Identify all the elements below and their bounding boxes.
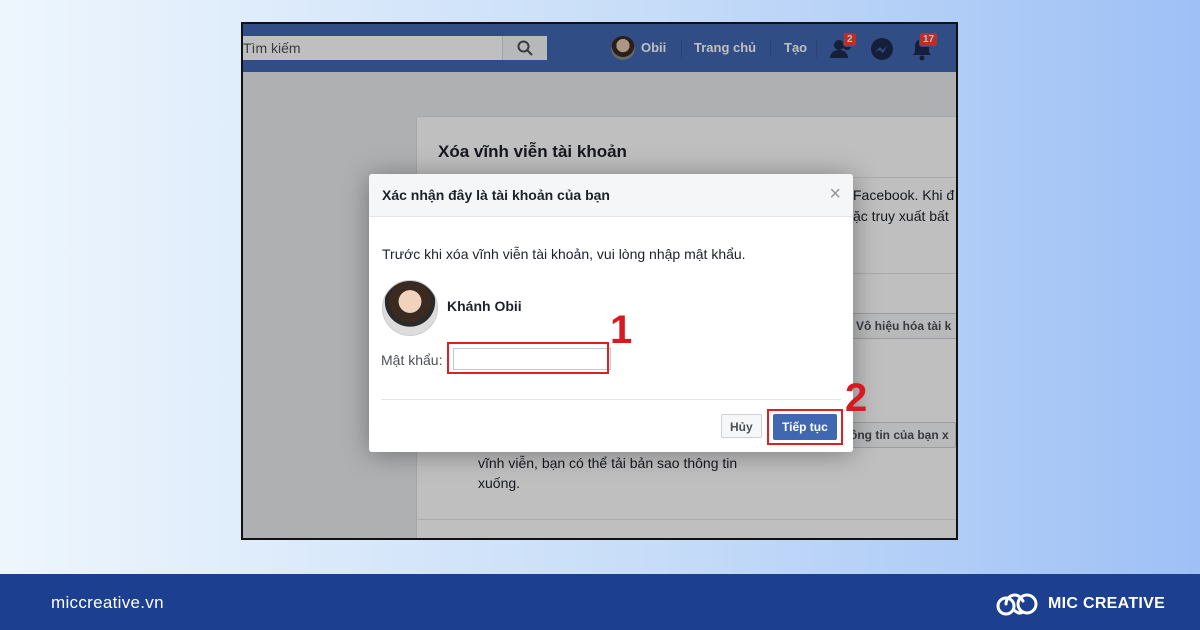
account-user-name: Khánh Obii (447, 298, 522, 314)
step-number-2: 2 (845, 376, 868, 420)
dialog-footer-divider (381, 399, 841, 400)
step-number-1: 1 (610, 308, 633, 352)
close-icon[interactable]: × (829, 184, 841, 204)
dialog-header: Xác nhận đây là tài khoản của bạn × (369, 174, 853, 217)
dialog-title: Xác nhận đây là tài khoản của bạn (382, 187, 610, 203)
dialog-intro-text: Trước khi xóa vĩnh viễn tài khoản, vui l… (382, 246, 746, 262)
password-label: Mật khẩu: (381, 352, 443, 368)
step1-highlight-box (447, 342, 609, 374)
step2-highlight-box (767, 409, 843, 445)
infinity-logo-icon (996, 593, 1038, 616)
brand-name: MIC CREATIVE (1048, 595, 1166, 612)
cancel-button[interactable]: Hủy (721, 414, 762, 438)
screenshot-frame: Tìm kiếm Obii Trang chủ Tạo 2 17 Xóa vĩn… (241, 22, 958, 540)
brand-logo: MIC CREATIVE (994, 590, 1165, 618)
avatar (382, 280, 438, 336)
footer-bar: miccreative.vn MIC CREATIVE (0, 574, 1200, 630)
website-link[interactable]: miccreative.vn (51, 593, 164, 613)
